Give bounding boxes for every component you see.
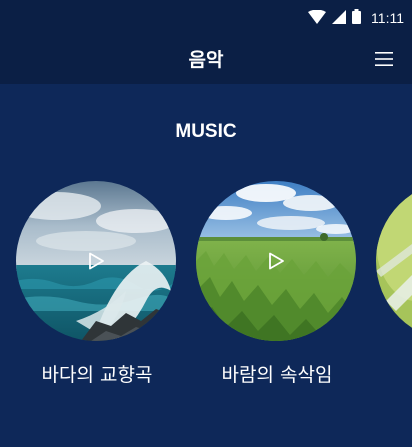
battery-icon xyxy=(352,8,362,28)
track-thumbnail[interactable] xyxy=(16,181,176,341)
music-section: MUSIC 바다의 교향곡 바람의 속삭임 xyxy=(0,84,412,447)
track-title[interactable]: 산 xyxy=(367,362,412,388)
status-time: 11:11 xyxy=(371,10,404,26)
section-title: MUSIC xyxy=(175,121,237,142)
track-title[interactable]: 바람의 속삭임 xyxy=(187,362,367,388)
nature-image xyxy=(376,181,412,341)
track-title[interactable]: 바다의 교향곡 xyxy=(7,362,187,388)
status-icons: 11:11 xyxy=(308,8,404,28)
play-icon[interactable] xyxy=(267,252,285,270)
hamburger-menu-icon xyxy=(375,51,393,70)
status-bar: 11:11 xyxy=(0,0,412,36)
page-title: 음악 xyxy=(188,49,224,71)
cellular-signal-icon xyxy=(332,9,347,28)
menu-button[interactable] xyxy=(372,49,396,71)
wifi-icon xyxy=(308,9,327,28)
play-icon[interactable] xyxy=(87,252,105,270)
track-thumbnail[interactable] xyxy=(376,181,412,341)
track-carousel[interactable]: 바다의 교향곡 바람의 속삭임 xyxy=(0,181,412,401)
app-bar: 음악 xyxy=(0,36,412,84)
track-thumbnail[interactable] xyxy=(196,181,356,341)
